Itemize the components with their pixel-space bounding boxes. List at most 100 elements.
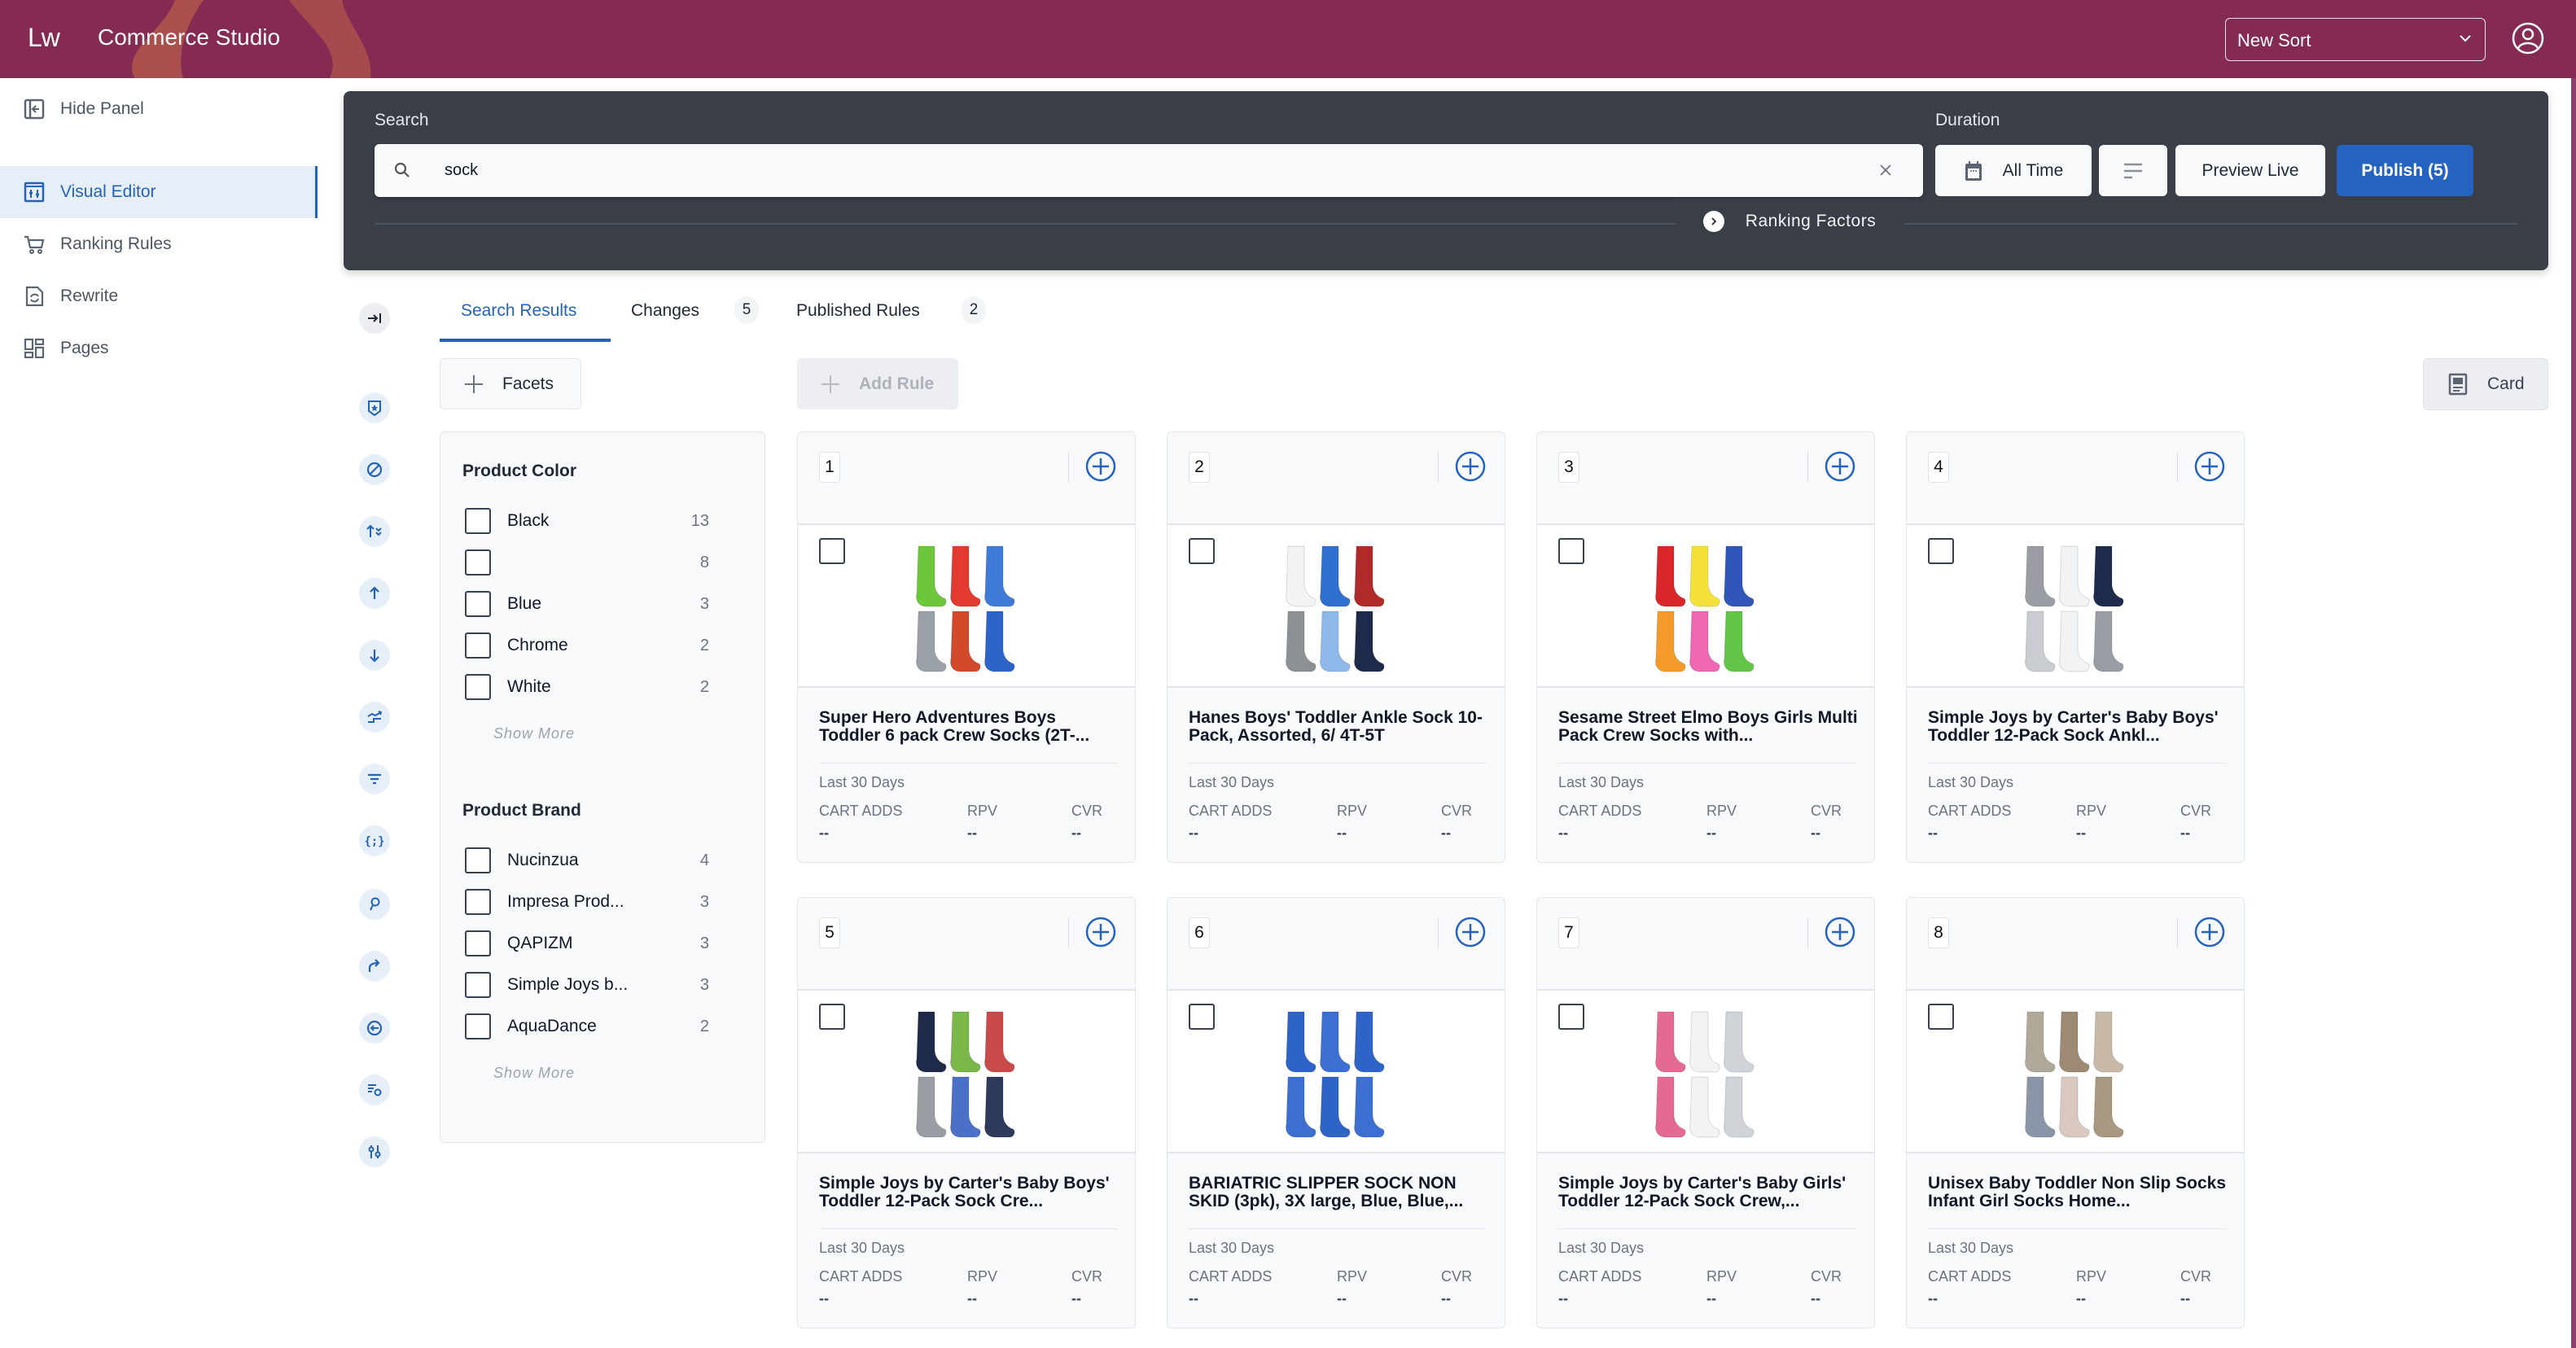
rail-code-button[interactable]: {;}	[359, 825, 390, 856]
facet-option[interactable]: AquaDance 2	[465, 1013, 709, 1040]
facet-option[interactable]: Black 13	[465, 507, 709, 535]
rank-badge[interactable]: 1	[819, 452, 840, 483]
add-to-rule-plus-icon[interactable]	[1084, 450, 1117, 483]
nav-item-ranking-rules[interactable]: Ranking Rules	[0, 218, 318, 270]
product-title[interactable]: Simple Joys by Carter's Baby Girls' Todd…	[1558, 1175, 1860, 1210]
collapse-rail-button[interactable]	[359, 303, 390, 334]
facet-option-label: QAPIZM	[507, 934, 573, 952]
user-avatar-icon[interactable]	[2511, 21, 2545, 55]
facet-option[interactable]: Blue 3	[465, 590, 709, 618]
rail-bury-button[interactable]	[359, 640, 390, 671]
product-title[interactable]: Hanes Boys' Toddler Ankle Sock 10-Pack, …	[1189, 709, 1490, 745]
select-product-checkbox[interactable]	[1189, 1004, 1215, 1030]
show-more-brands-link[interactable]: Show More	[493, 1065, 575, 1082]
facet-checkbox[interactable]	[465, 847, 491, 873]
facet-option[interactable]: Impresa Prod... 3	[465, 888, 709, 916]
rail-redirect-button[interactable]	[359, 951, 390, 982]
add-to-rule-plus-icon[interactable]	[1454, 916, 1487, 948]
facet-checkbox[interactable]	[465, 889, 491, 915]
rail-search-key-button[interactable]	[359, 889, 390, 920]
product-card[interactable]: 5 Simple Joys by Carter's Baby Boys' Todd…	[797, 897, 1136, 1328]
logo[interactable]: Lw	[28, 23, 60, 53]
facet-checkbox[interactable]	[465, 972, 491, 998]
rank-badge[interactable]: 8	[1928, 917, 1949, 948]
add-facets-button[interactable]: Facets	[440, 358, 581, 409]
rail-pin-button[interactable]	[359, 392, 390, 423]
rail-list-settings-button[interactable]	[359, 1074, 390, 1105]
rail-sort-button[interactable]	[359, 516, 390, 547]
add-to-rule-plus-icon[interactable]	[1084, 916, 1117, 948]
product-card[interactable]: 2 Hanes Boys' Toddler Ankle Sock 10-Pack,…	[1167, 431, 1505, 863]
product-card[interactable]: 1 Super Hero Adventures Boys Toddler 6 pa…	[797, 431, 1136, 863]
rank-badge[interactable]: 2	[1189, 452, 1210, 483]
clear-search-icon[interactable]	[1877, 162, 1894, 178]
facet-option[interactable]: Simple Joys b... 3	[465, 971, 709, 999]
select-product-checkbox[interactable]	[819, 1004, 845, 1030]
rail-swap-button[interactable]	[359, 702, 390, 733]
product-title[interactable]: Simple Joys by Carter's Baby Boys' Toddl…	[819, 1175, 1120, 1210]
facet-option[interactable]: QAPIZM 3	[465, 930, 709, 957]
facet-checkbox[interactable]	[465, 674, 491, 700]
rank-badge[interactable]: 4	[1928, 452, 1949, 483]
preview-live-button[interactable]: Preview Live	[2175, 145, 2325, 196]
facet-checkbox[interactable]	[465, 1013, 491, 1039]
product-card[interactable]: 3 Sesame Street Elmo Boys Girls Multi Pac…	[1536, 431, 1875, 863]
facet-option[interactable]: 8	[465, 549, 709, 576]
view-mode-toggle[interactable]: Card	[2423, 358, 2548, 410]
select-product-checkbox[interactable]	[1928, 1004, 1954, 1030]
tab-search-results[interactable]: Search Results	[461, 301, 576, 321]
add-to-rule-plus-icon[interactable]	[2193, 450, 2226, 483]
rail-boost-button[interactable]	[359, 578, 390, 609]
cart-adds-label: CART ADDS	[1558, 803, 1642, 819]
hide-panel-button[interactable]: Hide Panel	[0, 83, 318, 135]
product-card[interactable]: 7 Simple Joys by Carter's Baby Girls' Tod…	[1536, 897, 1875, 1328]
search-input[interactable]	[445, 154, 1829, 186]
search-box[interactable]	[375, 144, 1923, 197]
nav-item-visual-editor[interactable]: Visual Editor	[0, 166, 318, 218]
rail-block-button[interactable]	[359, 454, 390, 485]
product-card[interactable]: 8 Unisex Baby Toddler Non Slip Socks Infa…	[1906, 897, 2245, 1328]
nav-item-rewrite[interactable]: Rewrite	[0, 270, 318, 322]
ranking-factors-toggle[interactable]: Ranking Factors	[1676, 199, 1904, 244]
facet-checkbox[interactable]	[465, 508, 491, 534]
facet-option[interactable]: Chrome 2	[465, 632, 709, 659]
duration-button[interactable]: All Time	[1935, 145, 2092, 196]
rank-badge[interactable]: 6	[1189, 917, 1210, 948]
add-rule-button[interactable]: Add Rule	[797, 358, 958, 409]
facet-checkbox[interactable]	[465, 591, 491, 617]
facet-option[interactable]: White 2	[465, 673, 709, 701]
product-card[interactable]: 4 Simple Joys by Carter's Baby Boys' Todd…	[1906, 431, 2245, 863]
facet-checkbox[interactable]	[465, 549, 491, 576]
sort-options-button[interactable]	[2099, 145, 2167, 196]
select-product-checkbox[interactable]	[1558, 538, 1584, 564]
product-title[interactable]: Super Hero Adventures Boys Toddler 6 pac…	[819, 709, 1120, 745]
select-product-checkbox[interactable]	[819, 538, 845, 564]
rank-badge[interactable]: 7	[1558, 917, 1579, 948]
nav-item-pages[interactable]: Pages	[0, 322, 318, 374]
facet-checkbox[interactable]	[465, 632, 491, 659]
rank-badge[interactable]: 3	[1558, 452, 1579, 483]
add-to-rule-plus-icon[interactable]	[1824, 450, 1856, 483]
show-more-colors-link[interactable]: Show More	[493, 725, 575, 742]
rank-badge[interactable]: 5	[819, 917, 840, 948]
product-title[interactable]: Unisex Baby Toddler Non Slip Socks Infan…	[1928, 1175, 2229, 1210]
select-product-checkbox[interactable]	[1189, 538, 1215, 564]
product-title[interactable]: Simple Joys by Carter's Baby Boys' Toddl…	[1928, 709, 2229, 745]
select-product-checkbox[interactable]	[1928, 538, 1954, 564]
publish-button[interactable]: Publish (5)	[2337, 145, 2473, 196]
sort-select[interactable]: New Sort	[2225, 18, 2486, 61]
rail-back-button[interactable]	[359, 1013, 390, 1044]
facet-option[interactable]: Nucinzua 4	[465, 847, 709, 874]
product-card[interactable]: 6 BARIATRIC SLIPPER SOCK NON SKID (3pk), …	[1167, 897, 1505, 1328]
product-title[interactable]: Sesame Street Elmo Boys Girls Multi Pack…	[1558, 709, 1860, 745]
rail-filter-button[interactable]	[359, 764, 390, 794]
rail-sliders-button[interactable]	[359, 1136, 390, 1167]
select-product-checkbox[interactable]	[1558, 1004, 1584, 1030]
tab-changes[interactable]: Changes	[631, 301, 699, 321]
add-to-rule-plus-icon[interactable]	[1454, 450, 1487, 483]
tab-published-rules[interactable]: Published Rules	[796, 301, 920, 321]
product-title[interactable]: BARIATRIC SLIPPER SOCK NON SKID (3pk), 3…	[1189, 1175, 1490, 1210]
add-to-rule-plus-icon[interactable]	[1824, 916, 1856, 948]
facet-checkbox[interactable]	[465, 930, 491, 956]
add-to-rule-plus-icon[interactable]	[2193, 916, 2226, 948]
